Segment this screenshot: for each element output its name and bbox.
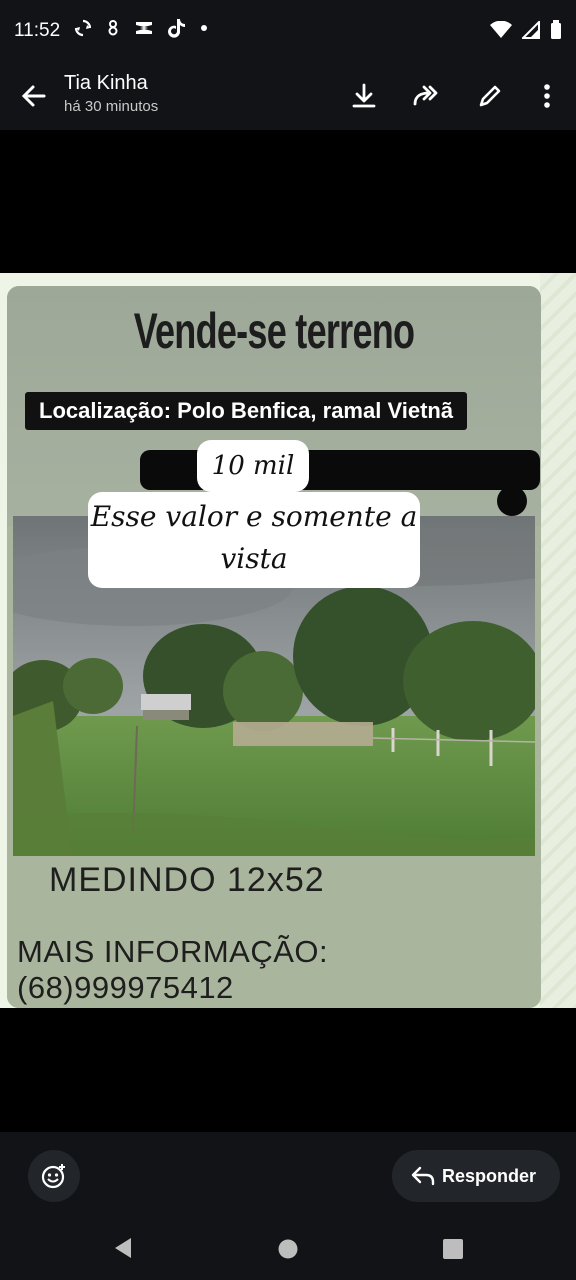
- forward-icon[interactable]: [411, 80, 443, 112]
- chat-wallpaper: [540, 273, 576, 1008]
- measurement-text: MEDINDO 12x52: [49, 861, 325, 899]
- signal-icon: [522, 21, 540, 39]
- contact-info-text: MAIS INFORMAÇÃO: (68)999975412: [17, 934, 329, 1005]
- battery-icon: [551, 20, 561, 39]
- redaction-blob: [497, 486, 527, 516]
- location-label: Localização: Polo Benfica, ramal Vietnã: [25, 392, 468, 430]
- react-button[interactable]: [28, 1150, 80, 1202]
- nav-back-icon[interactable]: [112, 1236, 134, 1260]
- edit-pencil-icon[interactable]: [474, 80, 506, 112]
- reply-label: Responder: [442, 1165, 537, 1186]
- more-options-icon[interactable]: [531, 80, 563, 112]
- viewer-toolbar: Tia Kinha há 30 minutos: [0, 64, 576, 130]
- capcut-icon: [136, 22, 152, 34]
- app-notification-icon: [108, 20, 118, 36]
- land-sale-poster: Vende-se terreno Localização: Polo Benfi…: [7, 286, 541, 1008]
- system-icons: [490, 20, 562, 40]
- shared-image[interactable]: Vende-se terreno Localização: Polo Benfi…: [0, 273, 576, 1008]
- nav-home-icon[interactable]: [277, 1238, 299, 1260]
- sync-icon: [74, 19, 92, 37]
- status-time: 11:52: [14, 20, 61, 41]
- reply-button[interactable]: Responder: [392, 1150, 560, 1202]
- add-reaction-icon: [41, 1164, 65, 1189]
- message-time: há 30 minutos: [64, 98, 159, 115]
- contact-name: Tia Kinha: [64, 72, 148, 94]
- payment-note-bubble: Esse valor e somente a vista: [88, 492, 420, 588]
- nav-recents-icon[interactable]: [442, 1238, 464, 1260]
- back-arrow-icon[interactable]: [18, 80, 50, 112]
- status-bar: 11:52: [0, 0, 576, 64]
- wifi-icon: [490, 21, 512, 38]
- download-icon[interactable]: [348, 80, 380, 112]
- poster-headline: Vende-se terreno: [133, 303, 415, 359]
- reply-arrow-icon: [411, 1166, 435, 1186]
- notification-icons: [74, 18, 208, 38]
- dot-icon: [201, 25, 207, 31]
- price-bubble: 10 mil: [197, 440, 309, 492]
- tiktok-icon: [168, 19, 185, 38]
